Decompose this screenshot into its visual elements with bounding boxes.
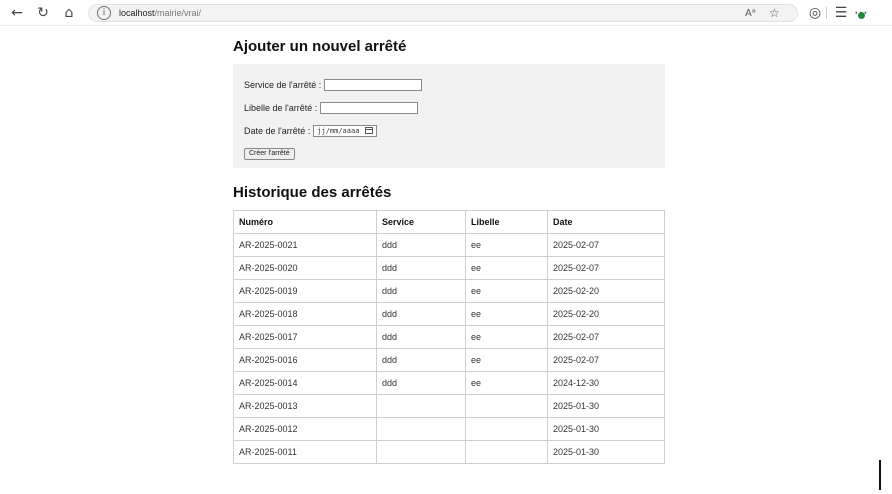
cell-libelle (465, 417, 548, 441)
copilot-icon[interactable]: ◎ (806, 4, 824, 22)
notification-badge (858, 12, 865, 19)
cell-numero: AR-2025-0018 (233, 302, 377, 326)
libelle-input[interactable] (320, 101, 419, 114)
cell-date: 2025-02-07 (547, 233, 665, 257)
create-arrete-form: Service de l'arrêté : Libelle de l'arrêt… (233, 64, 665, 168)
form-title: Ajouter un nouvel arrêté (233, 38, 407, 55)
back-arrow-icon[interactable]: ← (8, 4, 26, 22)
date-label: Date de l'arrêté : (244, 125, 311, 136)
home-icon[interactable]: ⌂ (60, 4, 78, 22)
service-label: Service de l'arrêté : (244, 79, 322, 90)
url-host: localhost (119, 8, 155, 18)
cell-service (376, 417, 466, 441)
cell-service: ddd (376, 233, 466, 257)
service-input[interactable] (324, 78, 423, 91)
cell-numero: AR-2025-0013 (233, 394, 377, 418)
cell-service: ddd (376, 256, 466, 280)
column-header-date: Date (547, 210, 665, 234)
table-row: AR-2025-0013 2025-01-30 (233, 394, 665, 418)
cell-service: ddd (376, 279, 466, 303)
cell-date: 2025-02-20 (547, 279, 665, 303)
date-row: Date de l'arrêté : jj/mm/aaaa (244, 119, 654, 142)
history-title: Historique des arrêtés (233, 184, 392, 201)
cell-date: 2025-01-30 (547, 440, 665, 464)
table-row: AR-2025-0018 ddd ee 2025-02-20 (233, 302, 665, 326)
cell-service (376, 394, 466, 418)
text-cursor (879, 460, 881, 490)
column-header-service: Service (376, 210, 466, 234)
cell-libelle: ee (465, 233, 548, 257)
cell-numero: AR-2025-0014 (233, 371, 377, 395)
column-header-libelle: Libelle (465, 210, 548, 234)
table-row: AR-2025-0019 ddd ee 2025-02-20 (233, 279, 665, 303)
cell-libelle: ee (465, 256, 548, 280)
cell-numero: AR-2025-0011 (233, 440, 377, 464)
history-table: Numéro Service Libelle Date AR-2025-0021… (233, 210, 665, 464)
refresh-icon[interactable]: ↻ (34, 4, 52, 22)
info-icon[interactable]: i (97, 6, 111, 20)
address-bar[interactable]: i localhost/mairie/vrai/ Aᵃ ☆ (88, 4, 798, 22)
date-placeholder: jj/mm/aaaa (317, 126, 360, 135)
cell-date: 2025-01-30 (547, 417, 665, 441)
create-arrete-button[interactable]: Créer l'arrêté (244, 147, 295, 160)
cell-service: ddd (376, 325, 466, 349)
favorites-list-icon[interactable]: ☰ (832, 4, 850, 22)
table-row: AR-2025-0020 ddd ee 2025-02-07 (233, 256, 665, 280)
cell-service: ddd (376, 371, 466, 395)
cell-numero: AR-2025-0019 (233, 279, 377, 303)
table-row: AR-2025-0021 ddd ee 2025-02-07 (233, 233, 665, 257)
read-aloud-icon[interactable]: Aᵃ (745, 8, 756, 19)
table-header-row: Numéro Service Libelle Date (233, 210, 665, 234)
cell-numero: AR-2025-0017 (233, 325, 377, 349)
table-row: AR-2025-0016 ddd ee 2025-02-07 (233, 348, 665, 372)
table-row: AR-2025-0014 ddd ee 2024-12-30 (233, 371, 665, 395)
cell-libelle: ee (465, 371, 548, 395)
cell-numero: AR-2025-0021 (233, 233, 377, 257)
url-text[interactable]: localhost/mairie/vrai/ (119, 8, 201, 18)
favorite-star-icon[interactable]: ☆ (769, 6, 780, 20)
cell-service: ddd (376, 348, 466, 372)
cell-date: 2025-01-30 (547, 394, 665, 418)
cell-date: 2025-02-07 (547, 348, 665, 372)
table-row: AR-2025-0012 2025-01-30 (233, 417, 665, 441)
cell-service (376, 440, 466, 464)
cell-date: 2024-12-30 (547, 371, 665, 395)
toolbar-separator (826, 7, 827, 19)
url-path: /mairie/vrai/ (154, 8, 202, 18)
cell-numero: AR-2025-0016 (233, 348, 377, 372)
browser-toolbar: ← ↻ ⌂ i localhost/mairie/vrai/ Aᵃ ☆ ◎ ☰ … (0, 0, 892, 26)
cell-date: 2025-02-20 (547, 302, 665, 326)
libelle-label: Libelle de l'arrêté : (244, 102, 318, 113)
cell-numero: AR-2025-0020 (233, 256, 377, 280)
table-row: AR-2025-0011 2025-01-30 (233, 440, 665, 464)
cell-libelle: ee (465, 302, 548, 326)
calendar-icon[interactable] (365, 127, 374, 134)
cell-libelle: ee (465, 279, 548, 303)
libelle-row: Libelle de l'arrêté : (244, 96, 654, 119)
cell-service: ddd (376, 302, 466, 326)
service-row: Service de l'arrêté : (244, 73, 654, 96)
cell-libelle (465, 440, 548, 464)
cell-libelle (465, 394, 548, 418)
cell-numero: AR-2025-0012 (233, 417, 377, 441)
cell-date: 2025-02-07 (547, 325, 665, 349)
column-header-numero: Numéro (233, 210, 377, 234)
date-input[interactable]: jj/mm/aaaa (313, 124, 378, 137)
cell-libelle: ee (465, 348, 548, 372)
cell-date: 2025-02-07 (547, 256, 665, 280)
cell-libelle: ee (465, 325, 548, 349)
page-content: Ajouter un nouvel arrêté Service de l'ar… (233, 38, 665, 464)
table-row: AR-2025-0017 ddd ee 2025-02-07 (233, 325, 665, 349)
